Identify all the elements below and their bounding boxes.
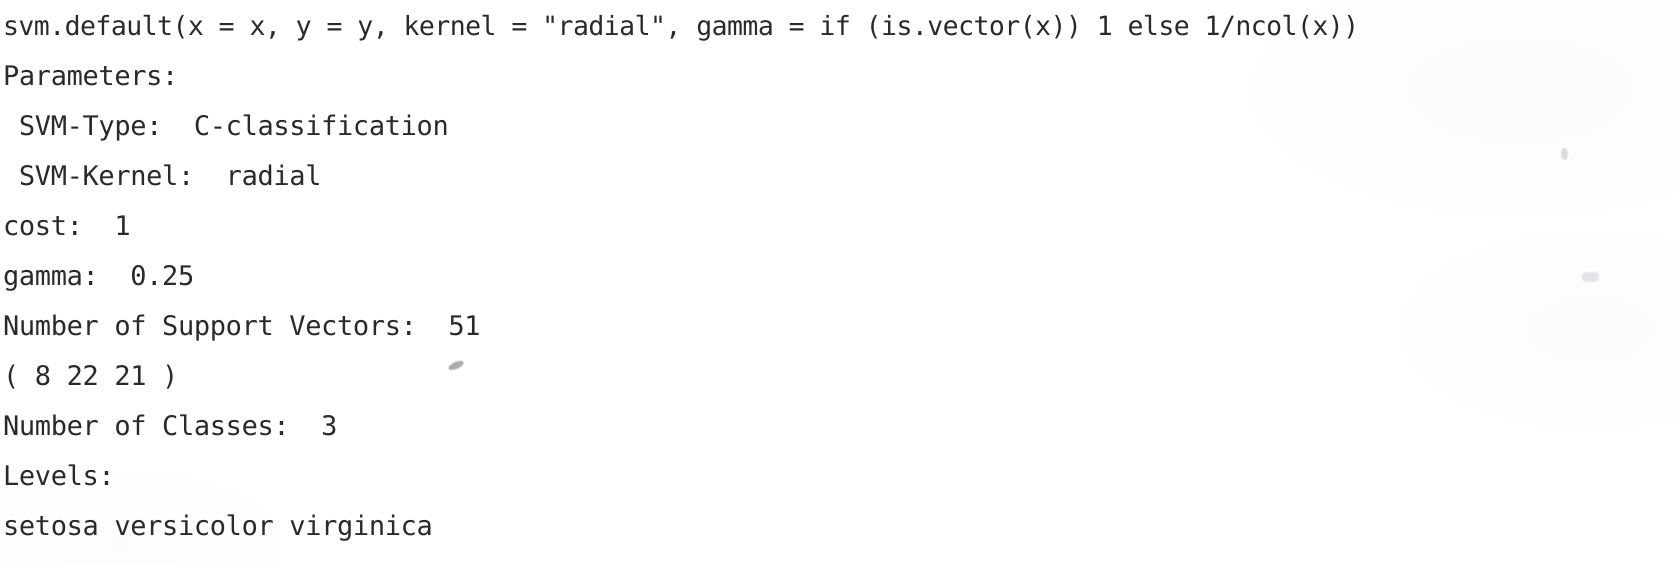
- support-vectors-line: Number of Support Vectors: 51: [3, 302, 1680, 352]
- parameters-heading-line: Parameters:: [3, 52, 1680, 102]
- svm-type-line: SVM-Type: C-classification: [3, 102, 1680, 152]
- svm-call-line: svm.default(x = x, y = y, kernel = "radi…: [3, 2, 1680, 52]
- number-of-classes-line: Number of Classes: 3: [3, 402, 1680, 452]
- svm-type-text: SVM-Type: C-classification: [3, 111, 449, 142]
- console-output-block: svm.default(x = x, y = y, kernel = "radi…: [0, 0, 1680, 550]
- parameters-heading-text: Parameters:: [3, 61, 178, 92]
- levels-values-line: setosa versicolor virginica: [3, 502, 1680, 552]
- scanned-page: svm.default(x = x, y = y, kernel = "radi…: [0, 0, 1680, 563]
- cost-line: cost: 1: [3, 202, 1680, 252]
- svm-kernel-line: SVM-Kernel: radial: [3, 152, 1680, 202]
- levels-heading-line: Levels:: [3, 452, 1680, 502]
- support-vectors-per-class-line: ( 8 22 21 ): [3, 352, 1680, 402]
- number-of-classes-text: Number of Classes: 3: [3, 411, 338, 442]
- support-vectors-per-class-text: ( 8 22 21 ): [3, 361, 178, 392]
- gamma-text: gamma: 0.25: [3, 261, 194, 292]
- gamma-line: gamma: 0.25: [3, 252, 1680, 302]
- levels-heading-text: Levels:: [3, 461, 115, 492]
- support-vectors-text: Number of Support Vectors: 51: [3, 311, 481, 342]
- svm-kernel-text: SVM-Kernel: radial: [3, 161, 322, 192]
- levels-values-text: setosa versicolor virginica: [3, 511, 433, 542]
- svm-call-text: svm.default(x = x, y = y, kernel = "radi…: [3, 11, 1359, 42]
- cost-text: cost: 1: [3, 211, 131, 242]
